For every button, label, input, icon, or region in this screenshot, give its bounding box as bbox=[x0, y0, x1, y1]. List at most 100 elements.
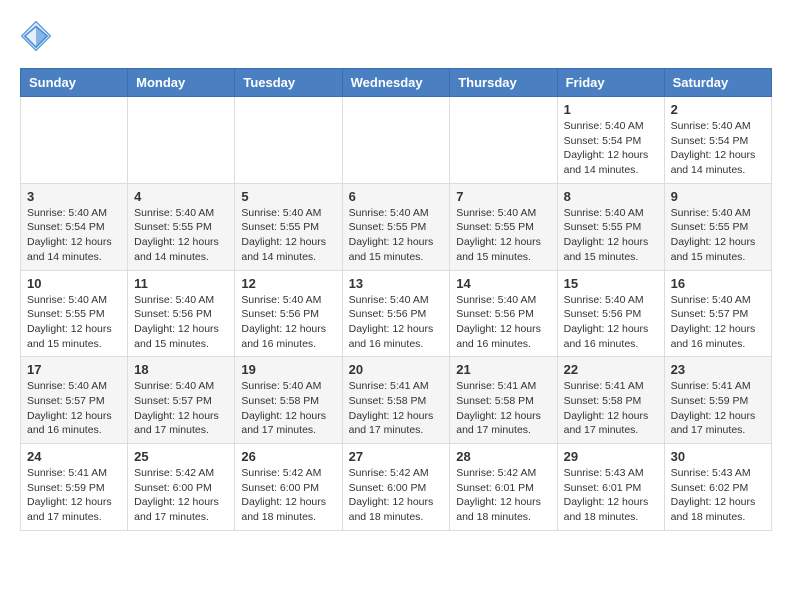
day-detail: Sunrise: 5:40 AM Sunset: 5:57 PM Dayligh… bbox=[27, 379, 121, 438]
day-number: 15 bbox=[564, 276, 658, 291]
day-detail: Sunrise: 5:40 AM Sunset: 5:57 PM Dayligh… bbox=[671, 293, 765, 352]
day-detail: Sunrise: 5:40 AM Sunset: 5:56 PM Dayligh… bbox=[241, 293, 335, 352]
day-number: 27 bbox=[349, 449, 444, 464]
day-number: 20 bbox=[349, 362, 444, 377]
table-cell: 21 Sunrise: 5:41 AM Sunset: 5:58 PM Dayli… bbox=[450, 357, 557, 444]
day-detail: Sunrise: 5:41 AM Sunset: 5:59 PM Dayligh… bbox=[27, 466, 121, 525]
day-detail: Sunrise: 5:40 AM Sunset: 5:55 PM Dayligh… bbox=[349, 206, 444, 265]
day-number: 1 bbox=[564, 102, 658, 117]
header-monday: Monday bbox=[128, 69, 235, 97]
header-friday: Friday bbox=[557, 69, 664, 97]
day-number: 22 bbox=[564, 362, 658, 377]
day-number: 3 bbox=[27, 189, 121, 204]
day-number: 23 bbox=[671, 362, 765, 377]
day-number: 8 bbox=[564, 189, 658, 204]
day-detail: Sunrise: 5:42 AM Sunset: 6:00 PM Dayligh… bbox=[349, 466, 444, 525]
week-row-1: 1 Sunrise: 5:40 AM Sunset: 5:54 PM Daylig… bbox=[21, 97, 772, 184]
day-number: 26 bbox=[241, 449, 335, 464]
day-detail: Sunrise: 5:43 AM Sunset: 6:01 PM Dayligh… bbox=[564, 466, 658, 525]
day-number: 7 bbox=[456, 189, 550, 204]
table-cell: 20Sunrise: 5:41 AM Sunset: 5:58 PM Dayli… bbox=[342, 357, 450, 444]
day-number: 13 bbox=[349, 276, 444, 291]
day-number: 19 bbox=[241, 362, 335, 377]
day-number: 17 bbox=[27, 362, 121, 377]
table-cell: 17 Sunrise: 5:40 AM Sunset: 5:57 PM Dayli… bbox=[21, 357, 128, 444]
table-cell: 27 Sunrise: 5:42 AM Sunset: 6:00 PM Dayli… bbox=[342, 444, 450, 531]
table-cell: 15 Sunrise: 5:40 AM Sunset: 5:56 PM Dayli… bbox=[557, 270, 664, 357]
header-thursday: Thursday bbox=[450, 69, 557, 97]
day-detail: Sunrise: 5:40 AM Sunset: 5:55 PM Dayligh… bbox=[671, 206, 765, 265]
day-number: 9 bbox=[671, 189, 765, 204]
day-detail: Sunrise: 5:40 AM Sunset: 5:54 PM Dayligh… bbox=[564, 119, 658, 178]
day-detail: Sunrise: 5:40 AM Sunset: 5:55 PM Dayligh… bbox=[27, 293, 121, 352]
header-wednesday: Wednesday bbox=[342, 69, 450, 97]
table-cell: 16 Sunrise: 5:40 AM Sunset: 5:57 PM Dayli… bbox=[664, 270, 771, 357]
day-detail: Sunrise: 5:40 AM Sunset: 5:57 PM Dayligh… bbox=[134, 379, 228, 438]
day-number: 11 bbox=[134, 276, 228, 291]
day-detail: Sunrise: 5:40 AM Sunset: 5:56 PM Dayligh… bbox=[349, 293, 444, 352]
header-tuesday: Tuesday bbox=[235, 69, 342, 97]
logo bbox=[20, 20, 56, 52]
day-detail: Sunrise: 5:41 AM Sunset: 5:58 PM Dayligh… bbox=[456, 379, 550, 438]
table-cell bbox=[128, 97, 235, 184]
day-number: 18 bbox=[134, 362, 228, 377]
day-number: 16 bbox=[671, 276, 765, 291]
table-cell bbox=[342, 97, 450, 184]
table-cell: 14 Sunrise: 5:40 AM Sunset: 5:56 PM Dayli… bbox=[450, 270, 557, 357]
day-number: 14 bbox=[456, 276, 550, 291]
table-cell: 19 Sunrise: 5:40 AM Sunset: 5:58 PM Dayli… bbox=[235, 357, 342, 444]
table-cell: 30Sunrise: 5:43 AM Sunset: 6:02 PM Dayli… bbox=[664, 444, 771, 531]
day-detail: Sunrise: 5:40 AM Sunset: 5:55 PM Dayligh… bbox=[241, 206, 335, 265]
day-number: 29 bbox=[564, 449, 658, 464]
day-detail: Sunrise: 5:43 AM Sunset: 6:02 PM Dayligh… bbox=[671, 466, 765, 525]
table-cell: 11 Sunrise: 5:40 AM Sunset: 5:56 PM Dayli… bbox=[128, 270, 235, 357]
table-cell: 23 Sunrise: 5:41 AM Sunset: 5:59 PM Dayli… bbox=[664, 357, 771, 444]
table-cell: 22 Sunrise: 5:41 AM Sunset: 5:58 PM Dayli… bbox=[557, 357, 664, 444]
day-detail: Sunrise: 5:40 AM Sunset: 5:55 PM Dayligh… bbox=[456, 206, 550, 265]
table-cell: 28 Sunrise: 5:42 AM Sunset: 6:01 PM Dayli… bbox=[450, 444, 557, 531]
calendar-header-row: SundayMondayTuesdayWednesdayThursdayFrid… bbox=[21, 69, 772, 97]
table-cell: 13 Sunrise: 5:40 AM Sunset: 5:56 PM Dayli… bbox=[342, 270, 450, 357]
day-detail: Sunrise: 5:40 AM Sunset: 5:54 PM Dayligh… bbox=[671, 119, 765, 178]
table-cell: 3 Sunrise: 5:40 AM Sunset: 5:54 PM Daylig… bbox=[21, 183, 128, 270]
day-detail: Sunrise: 5:40 AM Sunset: 5:55 PM Dayligh… bbox=[134, 206, 228, 265]
day-number: 21 bbox=[456, 362, 550, 377]
day-detail: Sunrise: 5:41 AM Sunset: 5:59 PM Dayligh… bbox=[671, 379, 765, 438]
day-number: 5 bbox=[241, 189, 335, 204]
day-number: 4 bbox=[134, 189, 228, 204]
table-cell: 29 Sunrise: 5:43 AM Sunset: 6:01 PM Dayli… bbox=[557, 444, 664, 531]
header-saturday: Saturday bbox=[664, 69, 771, 97]
day-number: 2 bbox=[671, 102, 765, 117]
table-cell: 10Sunrise: 5:40 AM Sunset: 5:55 PM Dayli… bbox=[21, 270, 128, 357]
table-cell: 18 Sunrise: 5:40 AM Sunset: 5:57 PM Dayli… bbox=[128, 357, 235, 444]
table-cell: 9 Sunrise: 5:40 AM Sunset: 5:55 PM Daylig… bbox=[664, 183, 771, 270]
table-cell: 25Sunrise: 5:42 AM Sunset: 6:00 PM Dayli… bbox=[128, 444, 235, 531]
table-cell: 26 Sunrise: 5:42 AM Sunset: 6:00 PM Dayli… bbox=[235, 444, 342, 531]
table-cell: 8 Sunrise: 5:40 AM Sunset: 5:55 PM Daylig… bbox=[557, 183, 664, 270]
table-cell: 24 Sunrise: 5:41 AM Sunset: 5:59 PM Dayli… bbox=[21, 444, 128, 531]
table-cell: 2 Sunrise: 5:40 AM Sunset: 5:54 PM Daylig… bbox=[664, 97, 771, 184]
day-detail: Sunrise: 5:42 AM Sunset: 6:00 PM Dayligh… bbox=[134, 466, 228, 525]
week-row-3: 10Sunrise: 5:40 AM Sunset: 5:55 PM Dayli… bbox=[21, 270, 772, 357]
day-detail: Sunrise: 5:40 AM Sunset: 5:56 PM Dayligh… bbox=[564, 293, 658, 352]
table-cell bbox=[21, 97, 128, 184]
day-detail: Sunrise: 5:40 AM Sunset: 5:55 PM Dayligh… bbox=[564, 206, 658, 265]
table-cell: 1 Sunrise: 5:40 AM Sunset: 5:54 PM Daylig… bbox=[557, 97, 664, 184]
calendar-table: SundayMondayTuesdayWednesdayThursdayFrid… bbox=[20, 68, 772, 531]
table-cell: 7 Sunrise: 5:40 AM Sunset: 5:55 PM Daylig… bbox=[450, 183, 557, 270]
table-cell bbox=[235, 97, 342, 184]
day-number: 24 bbox=[27, 449, 121, 464]
logo-icon bbox=[20, 20, 52, 52]
table-cell: 12Sunrise: 5:40 AM Sunset: 5:56 PM Dayli… bbox=[235, 270, 342, 357]
day-number: 28 bbox=[456, 449, 550, 464]
week-row-4: 17 Sunrise: 5:40 AM Sunset: 5:57 PM Dayli… bbox=[21, 357, 772, 444]
day-detail: Sunrise: 5:41 AM Sunset: 5:58 PM Dayligh… bbox=[564, 379, 658, 438]
day-detail: Sunrise: 5:40 AM Sunset: 5:56 PM Dayligh… bbox=[456, 293, 550, 352]
day-detail: Sunrise: 5:40 AM Sunset: 5:54 PM Dayligh… bbox=[27, 206, 121, 265]
day-detail: Sunrise: 5:42 AM Sunset: 6:01 PM Dayligh… bbox=[456, 466, 550, 525]
table-cell: 6Sunrise: 5:40 AM Sunset: 5:55 PM Daylig… bbox=[342, 183, 450, 270]
day-detail: Sunrise: 5:42 AM Sunset: 6:00 PM Dayligh… bbox=[241, 466, 335, 525]
header-sunday: Sunday bbox=[21, 69, 128, 97]
day-detail: Sunrise: 5:40 AM Sunset: 5:58 PM Dayligh… bbox=[241, 379, 335, 438]
day-detail: Sunrise: 5:40 AM Sunset: 5:56 PM Dayligh… bbox=[134, 293, 228, 352]
